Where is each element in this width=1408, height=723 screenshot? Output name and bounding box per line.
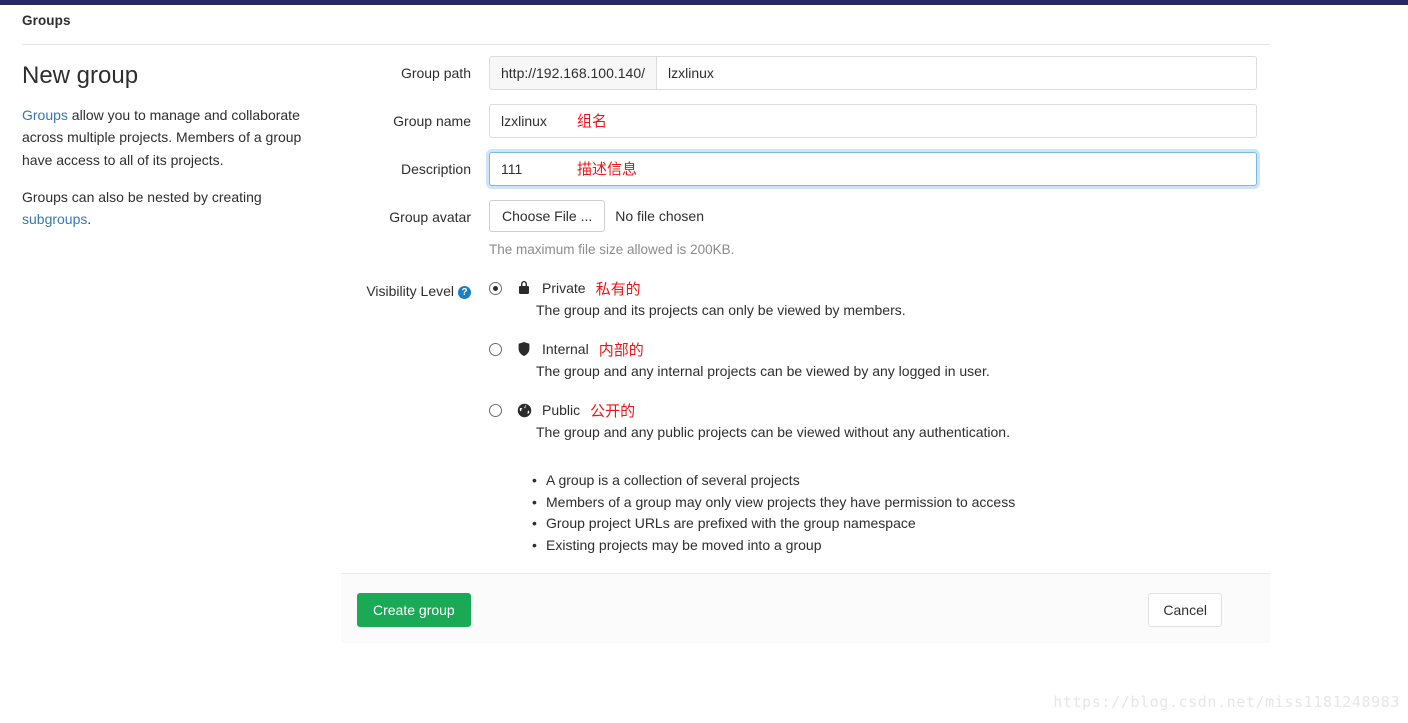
- radio-internal[interactable]: [489, 342, 502, 356]
- control-description: 描述信息: [489, 152, 1270, 186]
- list-item: Group project URLs are prefixed with the…: [532, 513, 1270, 534]
- avatar-help-text: The maximum file size allowed is 200KB.: [489, 242, 735, 257]
- group-path-input[interactable]: [656, 56, 1257, 90]
- visibility-option-public-description: The group and any public projects can be…: [536, 424, 1010, 440]
- control-group-avatar: Choose File ... No file chosen The maxim…: [489, 200, 1270, 257]
- lock-icon: [516, 280, 532, 296]
- form-row-group-avatar: Group avatar Choose File ... No file cho…: [341, 200, 1270, 257]
- group-path-prefix: http://192.168.100.140/: [489, 56, 657, 90]
- label-group-path: Group path: [400, 65, 471, 81]
- visibility-options-list: Private 私有的 The group and its projects c…: [489, 275, 1270, 440]
- new-group-form: Group path http://192.168.100.140/ Group…: [341, 56, 1270, 556]
- label-group-avatar: Group avatar: [389, 209, 471, 225]
- control-visibility-level: Private 私有的 The group and its projects c…: [489, 275, 1270, 556]
- visibility-option-internal-name: Internal: [542, 341, 589, 357]
- file-chooser-row: Choose File ... No file chosen: [489, 200, 1270, 232]
- visibility-info-bullets: A group is a collection of several proje…: [489, 470, 1270, 556]
- annotation-private: 私有的: [595, 279, 641, 298]
- no-file-chosen-text: No file chosen: [615, 208, 704, 224]
- annotation-internal: 内部的: [598, 340, 644, 359]
- globe-icon: [516, 402, 532, 418]
- visibility-option-private[interactable]: Private 私有的 The group and its projects c…: [489, 279, 1270, 318]
- create-group-button[interactable]: Create group: [357, 593, 471, 627]
- list-item: Members of a group may only view project…: [532, 492, 1270, 513]
- page-root: Groups New group Groups allow you to man…: [0, 0, 1408, 723]
- intro-paragraph-1: Groups allow you to manage and collabora…: [22, 104, 322, 172]
- choose-file-button[interactable]: Choose File ...: [489, 200, 606, 232]
- visibility-option-private-description: The group and its projects can only be v…: [536, 302, 906, 318]
- control-group-name: 组名: [489, 104, 1270, 138]
- group-path-input-group: http://192.168.100.140/: [489, 56, 1257, 90]
- intro-paragraph-2-pre: Groups can also be nested by creating: [22, 188, 262, 205]
- form-row-description: Description 描述信息: [341, 152, 1270, 186]
- subgroups-link[interactable]: subgroups: [22, 211, 87, 227]
- question-mark-icon[interactable]: ?: [458, 286, 471, 299]
- shield-icon: [516, 341, 532, 357]
- radio-public[interactable]: [489, 403, 502, 417]
- list-item: Existing projects may be moved into a gr…: [532, 535, 1270, 556]
- visibility-option-public-name: Public: [542, 402, 581, 418]
- visibility-option-public[interactable]: Public 公开的 The group and any public proj…: [489, 401, 1270, 440]
- label-visibility-level: Visibility Level?: [341, 275, 489, 302]
- form-footer: Create group Cancel: [341, 573, 1270, 643]
- label-description: Description: [400, 161, 471, 177]
- visibility-option-public-head: Public 公开的: [489, 401, 1270, 420]
- label-visibility-level-text: Visibility Level: [366, 283, 454, 299]
- visibility-option-internal-description: The group and any internal projects can …: [536, 363, 990, 379]
- watermark-url: https://blog.csdn.net/miss1181248983: [1053, 693, 1400, 711]
- cancel-button[interactable]: Cancel: [1148, 593, 1222, 627]
- group-name-input[interactable]: [489, 104, 1257, 138]
- page-title: New group: [22, 62, 139, 89]
- visibility-option-internal-head: Internal 内部的: [489, 340, 1270, 359]
- form-row-visibility-level: Visibility Level? Private 私有的 The group …: [341, 275, 1270, 556]
- radio-private[interactable]: [489, 281, 502, 295]
- intro-paragraph-2-post: .: [87, 211, 92, 228]
- annotation-public: 公开的: [590, 401, 636, 420]
- groups-link[interactable]: Groups: [22, 107, 68, 123]
- control-group-path: http://192.168.100.140/: [489, 56, 1270, 90]
- intro-paragraph-2: Groups can also be nested by creating su…: [22, 186, 322, 231]
- visibility-option-private-head: Private 私有的: [489, 279, 1270, 298]
- breadcrumb-groups[interactable]: Groups: [22, 13, 71, 28]
- description-input[interactable]: [489, 152, 1257, 186]
- breadcrumb: Groups: [0, 5, 1408, 45]
- visibility-option-internal[interactable]: Internal 内部的 The group and any internal …: [489, 340, 1270, 379]
- form-row-group-name: Group name 组名: [341, 104, 1270, 138]
- breadcrumb-divider: [22, 44, 1270, 45]
- label-group-name: Group name: [393, 113, 471, 129]
- visibility-option-private-name: Private: [542, 280, 586, 296]
- form-row-group-path: Group path http://192.168.100.140/: [341, 56, 1270, 90]
- intro-column: New group Groups allow you to manage and…: [22, 62, 322, 231]
- list-item: A group is a collection of several proje…: [532, 470, 1270, 491]
